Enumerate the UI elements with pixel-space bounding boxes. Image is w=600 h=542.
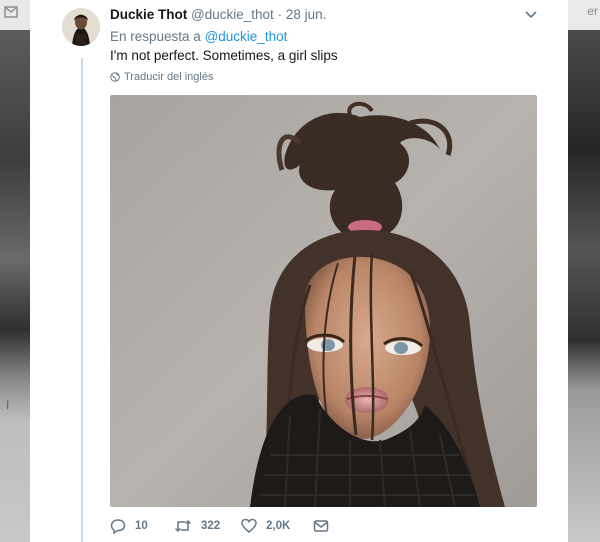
separator-dot: · (277, 7, 283, 22)
reply-count: 10 (135, 520, 148, 532)
heart-icon (241, 518, 257, 533)
mail-icon (4, 6, 18, 18)
photo-doll-head (110, 95, 537, 507)
reply-prefix: En respuesta a (110, 29, 201, 44)
tweet-text: I'm not perfect. Sometimes, a girl slips (110, 48, 338, 63)
reply-button[interactable]: 10 (110, 518, 174, 534)
avatar[interactable] (62, 8, 100, 46)
translate-link[interactable]: Traducir del inglés (110, 71, 213, 83)
tweet-card: Duckie Thot @duckie_thot · 28 jun. En re… (30, 0, 568, 542)
display-name[interactable]: Duckie Thot (110, 7, 187, 22)
chevron-down-icon[interactable] (524, 10, 538, 20)
tweet-actions: 10 322 2,0K (110, 517, 329, 535)
background-text-left: I (6, 398, 10, 412)
like-button[interactable]: 2,0K (241, 518, 313, 534)
retweet-button[interactable]: 322 (174, 518, 241, 534)
reply-icon (110, 519, 126, 534)
background-page-left: I (0, 0, 30, 542)
direct-message-button[interactable] (313, 519, 329, 533)
tweet-photo[interactable] (110, 95, 537, 507)
reply-context: En respuesta a @duckie_thot (110, 29, 287, 44)
retweet-icon (174, 519, 192, 533)
reply-handle-link[interactable]: @duckie_thot (205, 29, 288, 44)
user-handle[interactable]: @duckie_thot (191, 7, 274, 22)
background-page-right: er (568, 0, 600, 542)
background-text-right: er (587, 4, 598, 18)
tweet-header: Duckie Thot @duckie_thot · 28 jun. (110, 7, 326, 22)
retweet-count: 322 (201, 520, 221, 532)
envelope-icon (313, 520, 329, 532)
globe-icon (110, 72, 120, 82)
translate-label: Traducir del inglés (124, 71, 214, 83)
like-count: 2,0K (266, 520, 291, 532)
tweet-date[interactable]: 28 jun. (286, 7, 327, 22)
thread-line (81, 58, 83, 542)
